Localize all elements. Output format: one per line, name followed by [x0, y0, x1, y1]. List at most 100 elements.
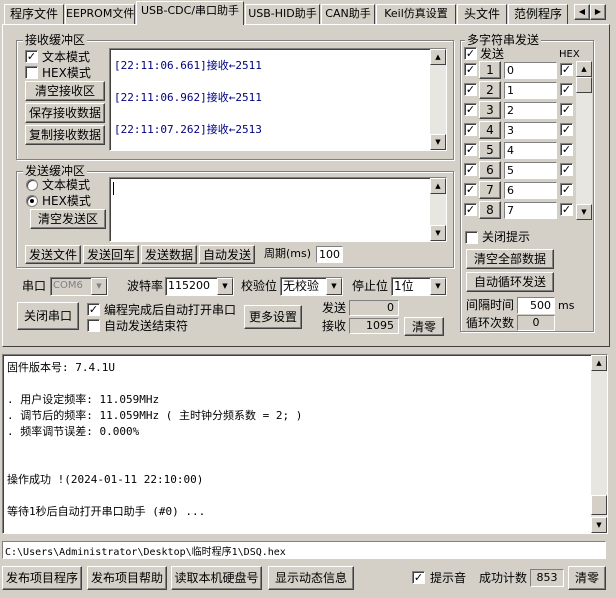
tab-scroll-left-button[interactable]: ◀ [574, 4, 590, 20]
row-send-button[interactable]: 7 [479, 181, 501, 199]
scroll-down-icon[interactable]: ▼ [430, 134, 446, 150]
tab-keil-sim[interactable]: Keil仿真设置 [376, 4, 456, 24]
multi-string-title: 多字符串发送 [465, 33, 542, 47]
stop-bits-select[interactable]: 1位 ▼ [391, 277, 447, 296]
baud-select[interactable]: 115200 ▼ [165, 277, 234, 296]
scroll-down-icon[interactable]: ▼ [591, 517, 607, 533]
send-count-label: 发送 [322, 301, 347, 315]
dropdown-arrow-icon[interactable]: ▼ [430, 278, 446, 295]
row-value-input[interactable]: 4 [504, 142, 557, 159]
row-send-button[interactable]: 5 [479, 141, 501, 159]
send-data-button[interactable]: 发送数据 [141, 245, 197, 264]
clear-all-data-button[interactable]: 清空全部数据 [466, 249, 554, 269]
row-send-button[interactable]: 2 [479, 81, 501, 99]
clear-send-button[interactable]: 清空发送区 [30, 209, 106, 229]
multi-string-scrollbar[interactable]: ▲ ▼ [576, 61, 592, 220]
scroll-up-icon[interactable]: ▲ [591, 355, 607, 371]
receive-line: [22:11:06.661]接收←2511 [114, 59, 262, 72]
publish-help-button[interactable]: 发布项目帮助 [87, 566, 167, 590]
log-scrollbar[interactable]: ▲ ▼ [591, 355, 607, 533]
receive-scrollbar[interactable]: ▲ ▼ [430, 49, 446, 150]
auto-loop-send-button[interactable]: 自动循环发送 [466, 272, 554, 292]
tab-usb-cdc-serial[interactable]: USB-CDC/串口助手 [136, 1, 244, 25]
row-send-button[interactable]: 6 [479, 161, 501, 179]
row-hex-checkbox[interactable]: ✓ [560, 183, 573, 196]
tab-scroll-right-button[interactable]: ▶ [590, 4, 606, 20]
send-text-mode-radio[interactable] [26, 179, 38, 191]
scroll-up-icon[interactable]: ▲ [430, 49, 446, 65]
row-send-button[interactable]: 3 [479, 101, 501, 119]
row-value-input[interactable]: 7 [504, 202, 557, 219]
row-send-checkbox[interactable]: ✓ [464, 103, 477, 116]
receive-text-mode-checkbox[interactable]: ✓ [25, 50, 38, 63]
row-send-button[interactable]: 4 [479, 121, 501, 139]
publish-program-button[interactable]: 发布项目程序 [2, 566, 82, 590]
row-hex-checkbox[interactable]: ✓ [560, 103, 573, 116]
more-settings-button[interactable]: 更多设置 [244, 305, 302, 329]
tab-eeprom-file[interactable]: EEPROM文件 [65, 4, 135, 24]
row-send-checkbox[interactable]: ✓ [464, 203, 477, 216]
parity-select[interactable]: 无校验 ▼ [280, 277, 343, 296]
send-hex-mode-radio[interactable] [26, 195, 38, 207]
row-hex-checkbox[interactable]: ✓ [560, 63, 573, 76]
row-hex-checkbox[interactable]: ✓ [560, 143, 573, 156]
dropdown-arrow-icon[interactable]: ▼ [91, 278, 107, 295]
read-disk-button[interactable]: 读取本机硬盘号 [171, 566, 262, 590]
scroll-thumb[interactable] [591, 495, 607, 515]
row-value-input[interactable]: 0 [504, 62, 557, 79]
interval-input[interactable]: 500 [517, 297, 555, 314]
send-file-button[interactable]: 发送文件 [25, 245, 81, 264]
clear-success-count-button[interactable]: 清零 [568, 566, 606, 590]
row-hex-checkbox[interactable]: ✓ [560, 163, 573, 176]
row-value-input[interactable]: 2 [504, 102, 557, 119]
receive-textarea[interactable]: [22:11:06.661]接收←2511 [22:11:06.962]接收←2… [109, 48, 447, 151]
close-tip-label: 关闭提示 [482, 230, 531, 244]
log-output[interactable]: 固件版本号: 7.4.1U . 用户设定频率: 11.059MHz . 调节后的… [2, 354, 608, 534]
scroll-down-icon[interactable]: ▼ [576, 204, 592, 220]
row-send-checkbox[interactable]: ✓ [464, 163, 477, 176]
send-return-button[interactable]: 发送回车 [83, 245, 139, 264]
dropdown-arrow-icon[interactable]: ▼ [326, 278, 342, 295]
scroll-up-icon[interactable]: ▲ [430, 178, 446, 194]
send-textarea[interactable]: ▲ ▼ [109, 177, 447, 242]
row-hex-checkbox[interactable]: ✓ [560, 123, 573, 136]
tab-header-file[interactable]: 头文件 [457, 4, 507, 24]
copy-receive-button[interactable]: 复制接收数据 [25, 125, 105, 145]
tab-examples[interactable]: 范例程序 [508, 4, 568, 24]
scroll-thumb[interactable] [576, 77, 592, 93]
row-hex-checkbox[interactable]: ✓ [560, 83, 573, 96]
close-tip-checkbox[interactable] [465, 231, 478, 244]
beep-checkbox[interactable]: ✓ [412, 571, 425, 584]
clear-count-button[interactable]: 清零 [404, 317, 444, 336]
row-send-button[interactable]: 1 [479, 61, 501, 79]
row-value-input[interactable]: 1 [504, 82, 557, 99]
save-receive-button[interactable]: 保存接收数据 [25, 103, 105, 123]
dropdown-arrow-icon[interactable]: ▼ [217, 278, 233, 295]
row-send-checkbox[interactable]: ✓ [464, 183, 477, 196]
row-value-input[interactable]: 3 [504, 122, 557, 139]
period-input[interactable]: 100 [316, 246, 343, 263]
tab-usb-hid[interactable]: USB-HID助手 [245, 4, 320, 24]
row-hex-checkbox[interactable]: ✓ [560, 203, 573, 216]
send-all-checkbox[interactable]: ✓ [464, 47, 477, 60]
auto-open-checkbox[interactable]: ✓ [87, 303, 100, 316]
row-send-button[interactable]: 8 [479, 201, 501, 219]
auto-end-checkbox[interactable] [87, 319, 100, 332]
row-value-input[interactable]: 6 [504, 182, 557, 199]
receive-hex-mode-checkbox[interactable] [25, 66, 38, 79]
row-send-checkbox[interactable]: ✓ [464, 83, 477, 96]
auto-send-button[interactable]: 自动发送 [199, 245, 255, 264]
row-send-checkbox[interactable]: ✓ [464, 123, 477, 136]
send-scrollbar[interactable]: ▲ ▼ [430, 178, 446, 241]
scroll-down-icon[interactable]: ▼ [430, 225, 446, 241]
close-port-button[interactable]: 关闭串口 [17, 302, 79, 330]
show-dynamic-info-button[interactable]: 显示动态信息 [268, 566, 354, 590]
row-send-checkbox[interactable]: ✓ [464, 143, 477, 156]
scroll-up-icon[interactable]: ▲ [576, 61, 592, 77]
row-value-input[interactable]: 5 [504, 162, 557, 179]
tab-can[interactable]: CAN助手 [321, 4, 375, 24]
tab-program-file[interactable]: 程序文件 [4, 4, 64, 24]
port-select[interactable]: COM6 ▼ [50, 277, 108, 296]
row-send-checkbox[interactable]: ✓ [464, 63, 477, 76]
clear-receive-button[interactable]: 清空接收区 [25, 81, 105, 101]
